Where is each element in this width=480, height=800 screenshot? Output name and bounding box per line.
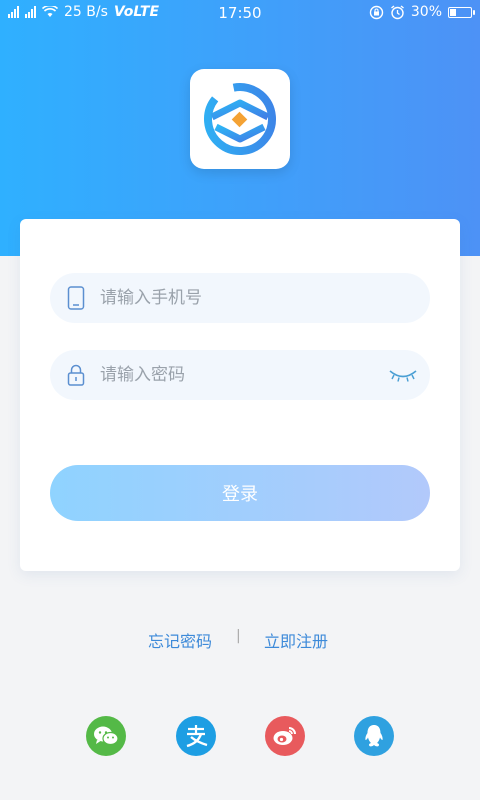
- battery-percent: 30%: [410, 4, 442, 20]
- weibo-icon: [273, 727, 296, 745]
- eye-closed-icon[interactable]: [388, 365, 418, 385]
- phone-input[interactable]: [98, 272, 430, 324]
- qq-login-button[interactable]: [354, 716, 394, 756]
- password-field: [50, 349, 430, 401]
- qq-icon: [365, 725, 383, 747]
- alipay-icon: [186, 725, 208, 748]
- wechat-icon: [94, 726, 119, 746]
- rotation-lock-icon: [369, 5, 384, 19]
- login-button[interactable]: 登录: [50, 465, 430, 521]
- status-right: 30%: [369, 4, 475, 20]
- password-input[interactable]: [98, 349, 388, 401]
- auth-links: 忘记密码 | 立即注册: [0, 628, 480, 656]
- link-separator: |: [236, 628, 241, 644]
- wechat-login-button[interactable]: [86, 716, 126, 756]
- register-link[interactable]: 立即注册: [264, 628, 328, 652]
- lock-icon: [64, 363, 88, 387]
- battery-fill: [450, 8, 456, 16]
- alipay-login-button[interactable]: [176, 716, 216, 756]
- phone-field: [50, 272, 430, 324]
- forgot-password-link[interactable]: 忘记密码: [148, 628, 212, 652]
- alarm-icon: [390, 4, 404, 19]
- login-card: 登录: [20, 219, 460, 571]
- status-bar: 25 B/s VoLTE 17:50 30%: [0, 0, 480, 26]
- weibo-login-button[interactable]: [265, 716, 305, 756]
- battery-icon: [448, 6, 475, 18]
- logo-mark-icon: [204, 83, 276, 155]
- app-logo: [190, 69, 290, 169]
- phone-icon: [64, 286, 88, 310]
